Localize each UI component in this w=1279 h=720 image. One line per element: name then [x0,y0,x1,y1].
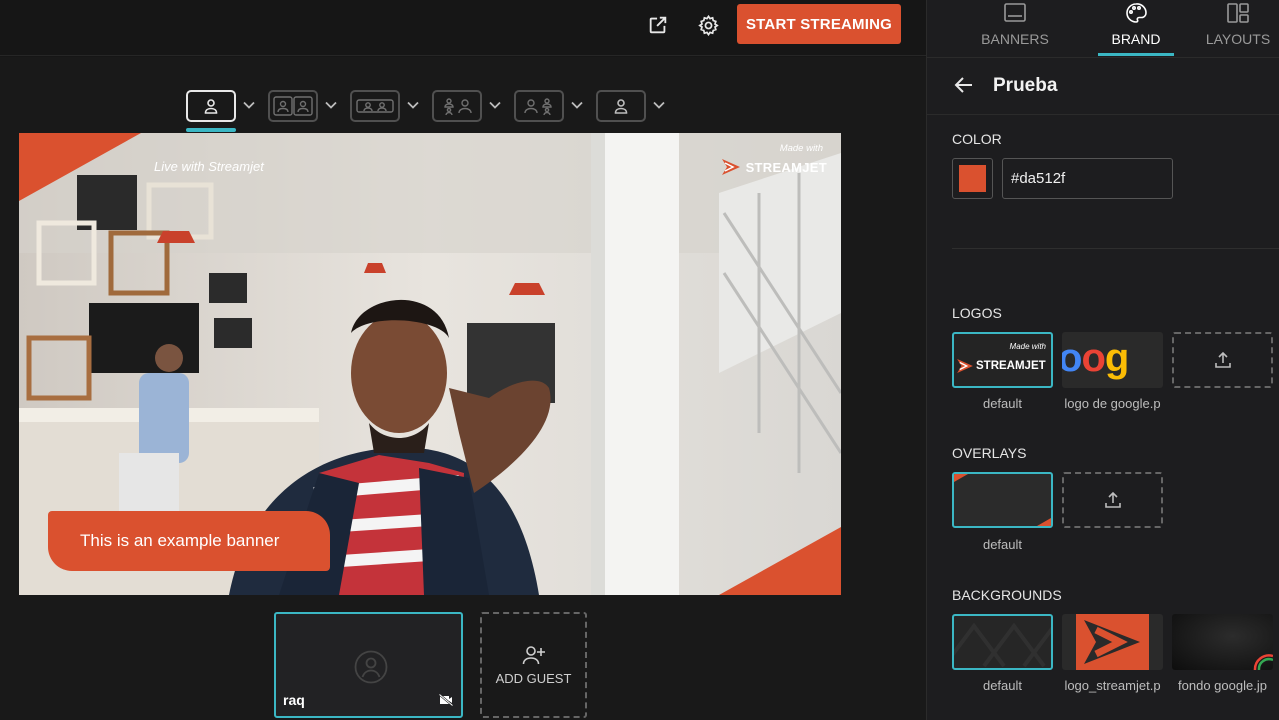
stream-preview: Live with Streamjet Made with STREAMJET … [19,133,841,595]
guest-name: raq [283,692,305,708]
logo-thumb-default[interactable]: Made with STREAMJET [952,332,1053,388]
chevron-down-icon[interactable] [324,98,338,112]
overlay-corner-top-left [19,133,141,201]
add-person-icon [522,645,545,664]
guest-tile[interactable]: raq [274,612,463,718]
made-with-text: Made with [779,143,823,154]
streamjet-arrow-icon [957,359,973,373]
external-link-icon[interactable] [645,12,671,38]
chevron-down-icon[interactable] [242,98,256,112]
tab-brand[interactable]: BRAND [1098,0,1174,56]
color-swatch[interactable] [952,158,993,199]
tab-layouts[interactable]: LAYOUTS [1195,0,1279,56]
background-thumb-default[interactable] [952,614,1053,670]
add-guest-button[interactable]: ADD GUEST [480,612,587,718]
logos-section-label: LOGOS [952,305,1002,321]
solo-person-icon [596,90,646,122]
streamjet-logo-icon [1076,614,1149,670]
google-color-arc [1253,654,1273,670]
logo-upload-button[interactable] [1172,332,1273,388]
banner-text: This is an example banner [80,531,280,550]
backgrounds-section-label: BACKGROUNDS [952,587,1062,603]
layout-grid-alt[interactable] [514,89,596,123]
background-caption-streamjet: logo_streamjet.p [1064,678,1161,693]
avatar-icon [354,650,388,684]
layout-side-by-side[interactable] [350,89,432,123]
layout-two-up[interactable] [268,89,350,123]
brand-panel: BANNERS BRAND LAYOUTS Prueba COLOR LOGOS… [926,0,1279,720]
tab-brand-label: BRAND [1111,31,1161,47]
overlay-thumb-default[interactable] [952,472,1053,528]
background-caption-google: fondo google.jp [1178,678,1267,693]
background-caption-default: default [982,678,1023,693]
panel-header: Prueba [927,57,1279,115]
start-streaming-button[interactable]: START STREAMING [737,4,901,44]
overlay-upload-button[interactable] [1062,472,1163,528]
google-logo-word: oog [1062,336,1129,380]
overlay-caption-default: default [982,537,1023,552]
layout-selector [186,89,678,132]
back-arrow-icon[interactable] [954,75,974,95]
side-by-side-icon [350,90,400,122]
overlays-section-label: OVERLAYS [952,445,1027,461]
add-guest-label: ADD GUEST [495,670,572,686]
brand-title: Prueba [993,75,1058,96]
logo-thumb-google[interactable]: oog [1062,332,1163,388]
overlay-corner-bottom-right [719,527,841,595]
chevron-down-icon[interactable] [652,98,666,112]
color-swatch-fill [959,165,986,192]
logo-made-with-text: Made with [1009,342,1046,351]
grid-alt-people-icon [514,90,564,122]
logo-caption-default: default [982,396,1023,411]
panel-tabs: BANNERS BRAND LAYOUTS [927,0,1279,56]
logo-brand-text: STREAMJET [976,360,1046,372]
two-people-icon [268,90,318,122]
banners-icon [1004,3,1026,22]
top-bar: START STREAMING [0,0,926,56]
background-thumb-google[interactable] [1172,614,1273,670]
streamjet-brand-text: STREAMJET [745,159,827,175]
upload-icon [1104,491,1121,508]
section-divider [952,248,1279,249]
layout-grid[interactable] [432,89,514,123]
logo-caption-google: logo de google.p [1064,396,1161,411]
layout-solo-small[interactable] [596,89,678,123]
streamjet-arrow-icon [721,159,740,175]
upload-icon [1214,351,1231,368]
chevron-pattern [954,622,1051,668]
overlay-thumb-corner [1037,518,1051,526]
chevron-down-icon[interactable] [488,98,502,112]
background-thumb-streamjet[interactable] [1062,614,1163,670]
gear-icon[interactable] [695,12,721,38]
live-with-text: Live with Streamjet [154,159,264,174]
tab-layouts-label: LAYOUTS [1205,31,1271,47]
chevron-down-icon[interactable] [406,98,420,112]
example-banner[interactable]: This is an example banner [48,511,330,571]
layouts-icon [1227,3,1249,23]
grid-people-icon [432,90,482,122]
tab-banners[interactable]: BANNERS [975,0,1055,56]
overlay-thumb-corner [954,474,968,482]
chevron-down-icon[interactable] [570,98,584,112]
main-stage-area: Live with Streamjet Made with STREAMJET … [0,57,926,720]
color-hex-input[interactable] [1002,158,1173,199]
streamjet-logo: STREAMJET [721,159,827,175]
tab-banners-label: BANNERS [981,31,1049,47]
camera-off-icon[interactable] [439,694,453,706]
color-section-label: COLOR [952,131,1002,147]
palette-icon [1126,3,1147,23]
layout-single[interactable] [186,89,268,132]
person-icon [186,90,236,122]
